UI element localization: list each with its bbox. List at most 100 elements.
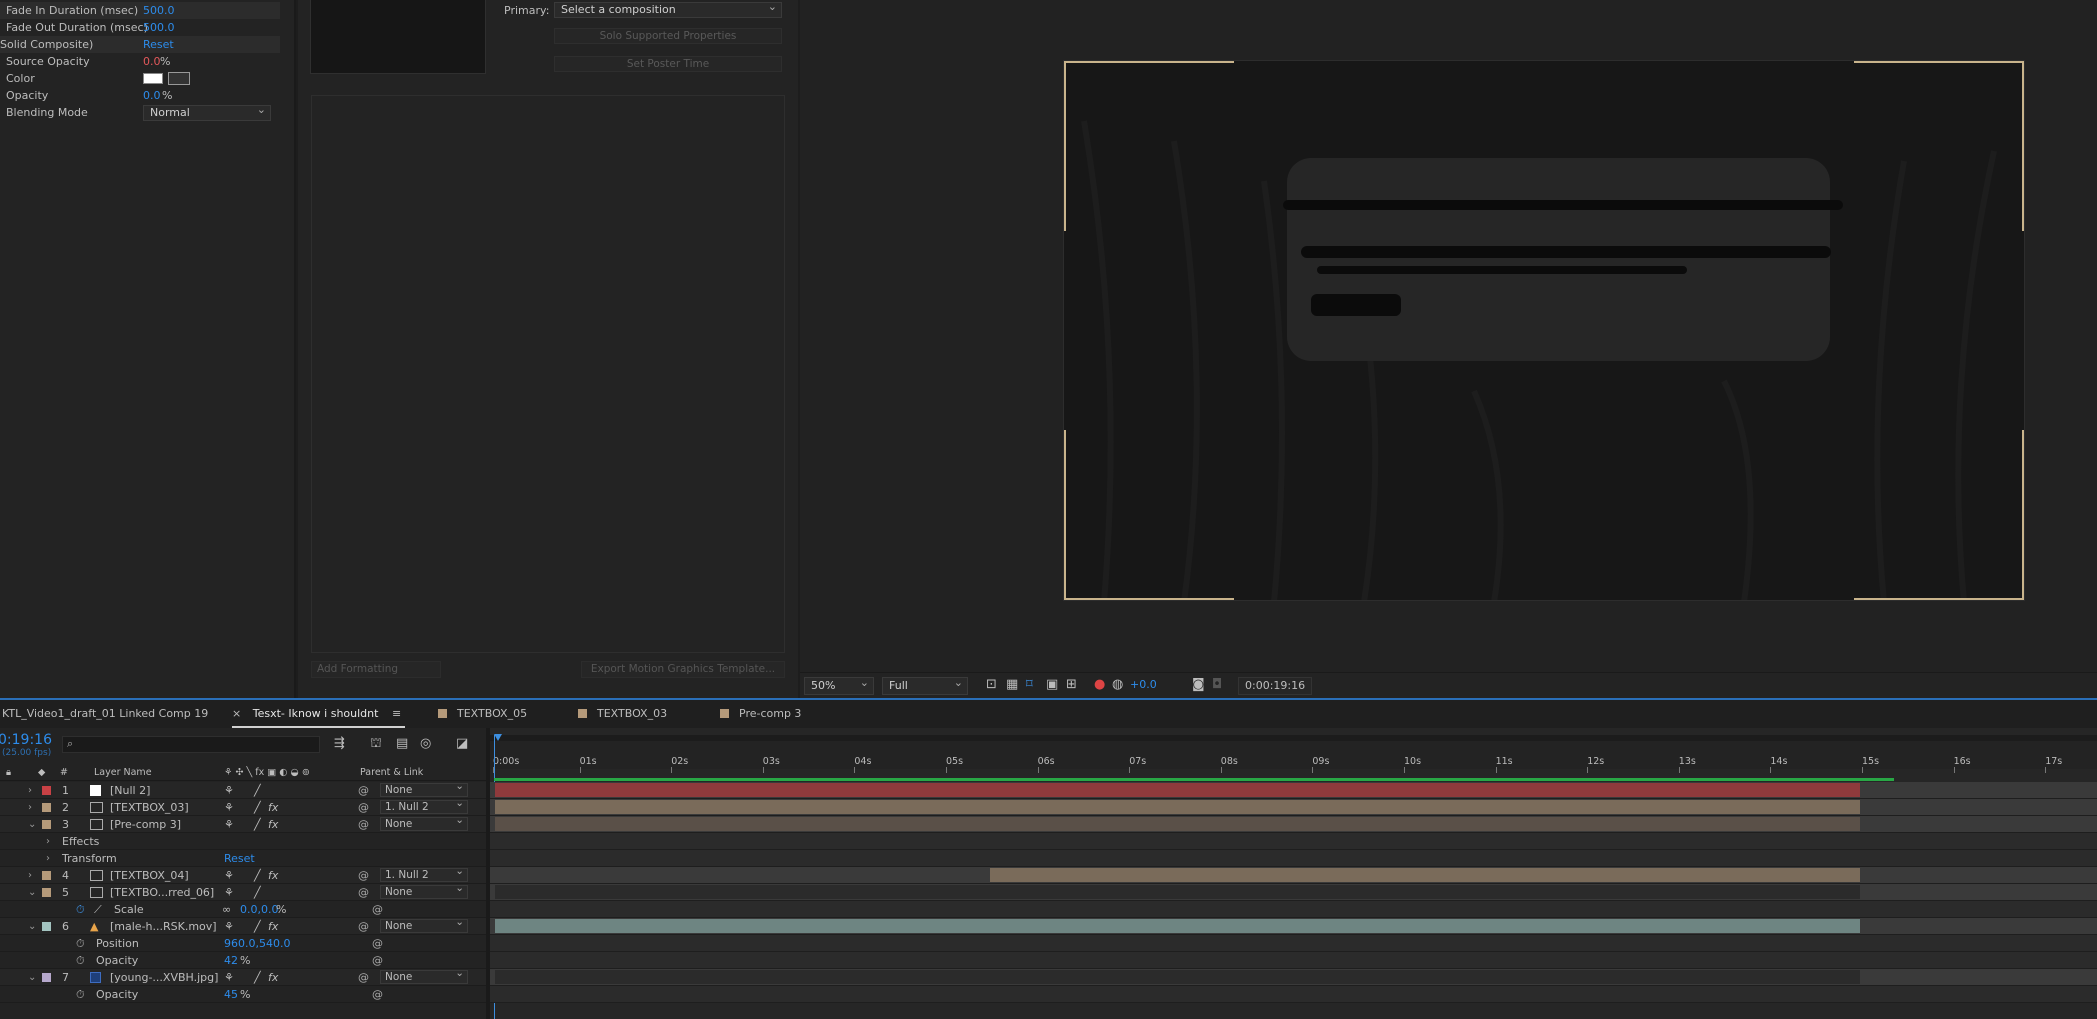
layer-row[interactable]: › 2 [TEXTBOX_03] ⚘ ╱ fx @1. Null 2 <box>0 797 486 816</box>
tab-tesxt-iknow[interactable]: × Tesxt- Iknow i shouldnt ≡ <box>232 700 406 728</box>
pick-whip-icon[interactable]: @ <box>358 867 369 884</box>
parent-select[interactable]: 1. Null 2 <box>380 865 468 882</box>
label-color-swatch[interactable] <box>42 820 51 829</box>
layer-track[interactable] <box>490 782 2097 799</box>
quality-switch-icon[interactable]: ╱ <box>254 884 261 901</box>
parent-select[interactable]: None <box>380 916 468 933</box>
pick-whip-icon[interactable]: @ <box>372 901 383 918</box>
shy-switch-icon[interactable]: ⚘ <box>224 884 234 901</box>
quality-switch-icon[interactable]: ╱ <box>254 918 261 935</box>
layer-row[interactable]: › 1 [Null 2] ⚘ ╱ @ None <box>0 780 486 799</box>
graph-icon[interactable]: ⟋ <box>94 901 102 918</box>
tab-pre-comp-3[interactable]: Pre-comp 3 <box>720 700 801 728</box>
ec-value[interactable]: 0.0 <box>143 87 161 104</box>
quality-switch-icon[interactable]: ╱ <box>254 782 261 799</box>
property-value[interactable]: 960.0,540.0 <box>224 935 290 952</box>
property-row[interactable]: ⏱ ⟋ Scale ∞ 0.0,0.0% @ <box>0 901 486 918</box>
pick-whip-icon[interactable]: @ <box>372 952 383 969</box>
expand-twirl-icon[interactable]: ⌄ <box>28 816 36 833</box>
layer-duration-bar[interactable] <box>989 868 1860 882</box>
viewer-timecode[interactable]: 0:00:19:16 <box>1238 677 1313 695</box>
exposure-value[interactable]: +0.0 <box>1130 677 1157 695</box>
shy-switch-icon[interactable]: ⚘ <box>224 918 234 935</box>
channels-icon[interactable]: ● <box>1094 677 1105 695</box>
expand-twirl-icon[interactable]: ⌄ <box>28 969 36 986</box>
property-row[interactable]: ⏱ Opacity 42% @ <box>0 952 486 969</box>
shy-switch-icon[interactable]: ⚘ <box>224 969 234 986</box>
property-row[interactable]: ⏱ Opacity 45% @ <box>0 986 486 1003</box>
label-color-swatch[interactable] <box>42 803 51 812</box>
reset-link[interactable]: Reset <box>224 850 255 867</box>
hide-shy-layers-icon[interactable]: ▤ <box>396 736 408 751</box>
blending-mode-select[interactable]: Normal <box>143 103 271 121</box>
layer-duration-bar[interactable] <box>495 783 1860 797</box>
layer-track[interactable] <box>490 816 2097 833</box>
layer-duration-bar[interactable] <box>495 800 1860 814</box>
expand-twirl-icon[interactable]: ⌄ <box>28 918 36 935</box>
layer-name[interactable]: [Null 2] <box>110 782 150 799</box>
effects-switch-icon[interactable]: fx <box>268 867 278 884</box>
layer-row[interactable]: › 4 [TEXTBOX_04] ⚘ ╱ fx @1. Null 2 <box>0 865 486 884</box>
layer-name[interactable]: [male-h...RSK.mov] <box>110 918 217 935</box>
timeline-graph[interactable]: 0:00s 01s 02s 03s 04s 05s 06s 07s 08s 09s 10s 11s 12… <box>490 728 2097 1019</box>
tab-linked-comp-19[interactable]: KTL_Video1_draft_01 Linked Comp 19 <box>2 700 208 728</box>
layer-track[interactable] <box>490 867 2097 884</box>
property-row[interactable]: ⏱ Position 960.0,540.0 @ <box>0 935 486 952</box>
graph-editor-icon[interactable]: ◪ <box>456 736 468 751</box>
playhead-marker[interactable] <box>494 734 502 741</box>
color-management-icon[interactable]: ◍ <box>1112 677 1123 695</box>
layer-track[interactable] <box>490 884 2097 901</box>
layer-name[interactable]: [TEXTBO...rred_06] <box>110 884 214 901</box>
quality-switch-icon[interactable]: ╱ <box>254 816 261 833</box>
show-snapshot-icon[interactable]: ◘ <box>1212 677 1222 695</box>
pick-whip-icon[interactable]: @ <box>372 935 383 952</box>
expand-twirl-icon[interactable]: › <box>46 850 50 867</box>
property-value[interactable]: 45 <box>224 986 238 1003</box>
tab-textbox-03[interactable]: TEXTBOX_03 <box>578 700 667 728</box>
property-value[interactable]: 42 <box>224 952 238 969</box>
expand-twirl-icon[interactable]: › <box>28 782 32 799</box>
pick-whip-icon[interactable]: @ <box>358 969 369 986</box>
layer-row[interactable]: ⌄ 3 [Pre-comp 3] ⚘ ╱ fx @ None <box>0 814 486 833</box>
frame-blending-icon[interactable]: ◎ <box>420 736 431 751</box>
current-time[interactable]: 0:19:16 <box>0 732 52 748</box>
label-color-swatch[interactable] <box>42 871 51 880</box>
property-group-row[interactable]: › Transform Reset <box>0 850 486 867</box>
draft-3d-icon[interactable]: ⛫ <box>370 736 382 753</box>
composition-viewer[interactable] <box>800 0 2097 672</box>
parent-select[interactable]: None <box>380 814 468 831</box>
expand-twirl-icon[interactable]: › <box>28 799 32 816</box>
layer-row[interactable]: ⌄ 5 [TEXTBO...rred_06] ⚘ ╱ @ None <box>0 882 486 901</box>
layer-row[interactable]: ⌄ 6 ▲ [male-h...RSK.mov] ⚘ ╱ fx @ None <box>0 916 486 935</box>
pick-whip-icon[interactable]: @ <box>358 799 369 816</box>
property-group-name[interactable]: Transform <box>62 850 117 867</box>
stopwatch-icon[interactable]: ⏱ <box>76 986 85 1003</box>
layer-track[interactable] <box>490 969 2097 986</box>
expand-twirl-icon[interactable]: ⌄ <box>28 884 36 901</box>
lock-icon[interactable]: 🔒︎ <box>6 765 11 781</box>
effects-switch-icon[interactable]: fx <box>268 799 278 816</box>
quality-switch-icon[interactable]: ╱ <box>254 799 261 816</box>
reset-link[interactable]: Reset <box>143 36 174 53</box>
property-group-name[interactable]: Effects <box>62 833 99 850</box>
region-of-interest-icon[interactable]: ⊡ <box>986 677 997 695</box>
guides-icon[interactable]: ▣ <box>1046 677 1058 695</box>
close-icon[interactable]: × <box>232 707 241 720</box>
pick-whip-icon[interactable]: @ <box>358 782 369 799</box>
zoom-select[interactable]: 50% <box>804 675 874 695</box>
label-color-swatch[interactable] <box>42 888 51 897</box>
resolution-select[interactable]: Full <box>882 675 968 695</box>
shy-switch-icon[interactable]: ⚘ <box>224 799 234 816</box>
snapshot-icon[interactable]: ◙ <box>1192 677 1205 695</box>
layer-name[interactable]: [TEXTBOX_04] <box>110 867 189 884</box>
property-value[interactable]: 0.0,0.0 <box>240 901 278 918</box>
transparency-grid-icon[interactable]: ▦ <box>1006 677 1018 695</box>
ec-value[interactable]: 0.0 <box>143 53 161 70</box>
constrain-proportions-icon[interactable]: ∞ <box>222 901 231 918</box>
layer-track[interactable] <box>490 918 2097 935</box>
expand-twirl-icon[interactable]: › <box>28 867 32 884</box>
shy-switch-icon[interactable]: ⚘ <box>224 782 234 799</box>
layer-name[interactable]: [young-...XVBH.jpg] <box>110 969 218 986</box>
ec-value[interactable]: 500.0 <box>143 19 175 36</box>
primary-comp-select[interactable]: Select a composition <box>554 0 782 18</box>
